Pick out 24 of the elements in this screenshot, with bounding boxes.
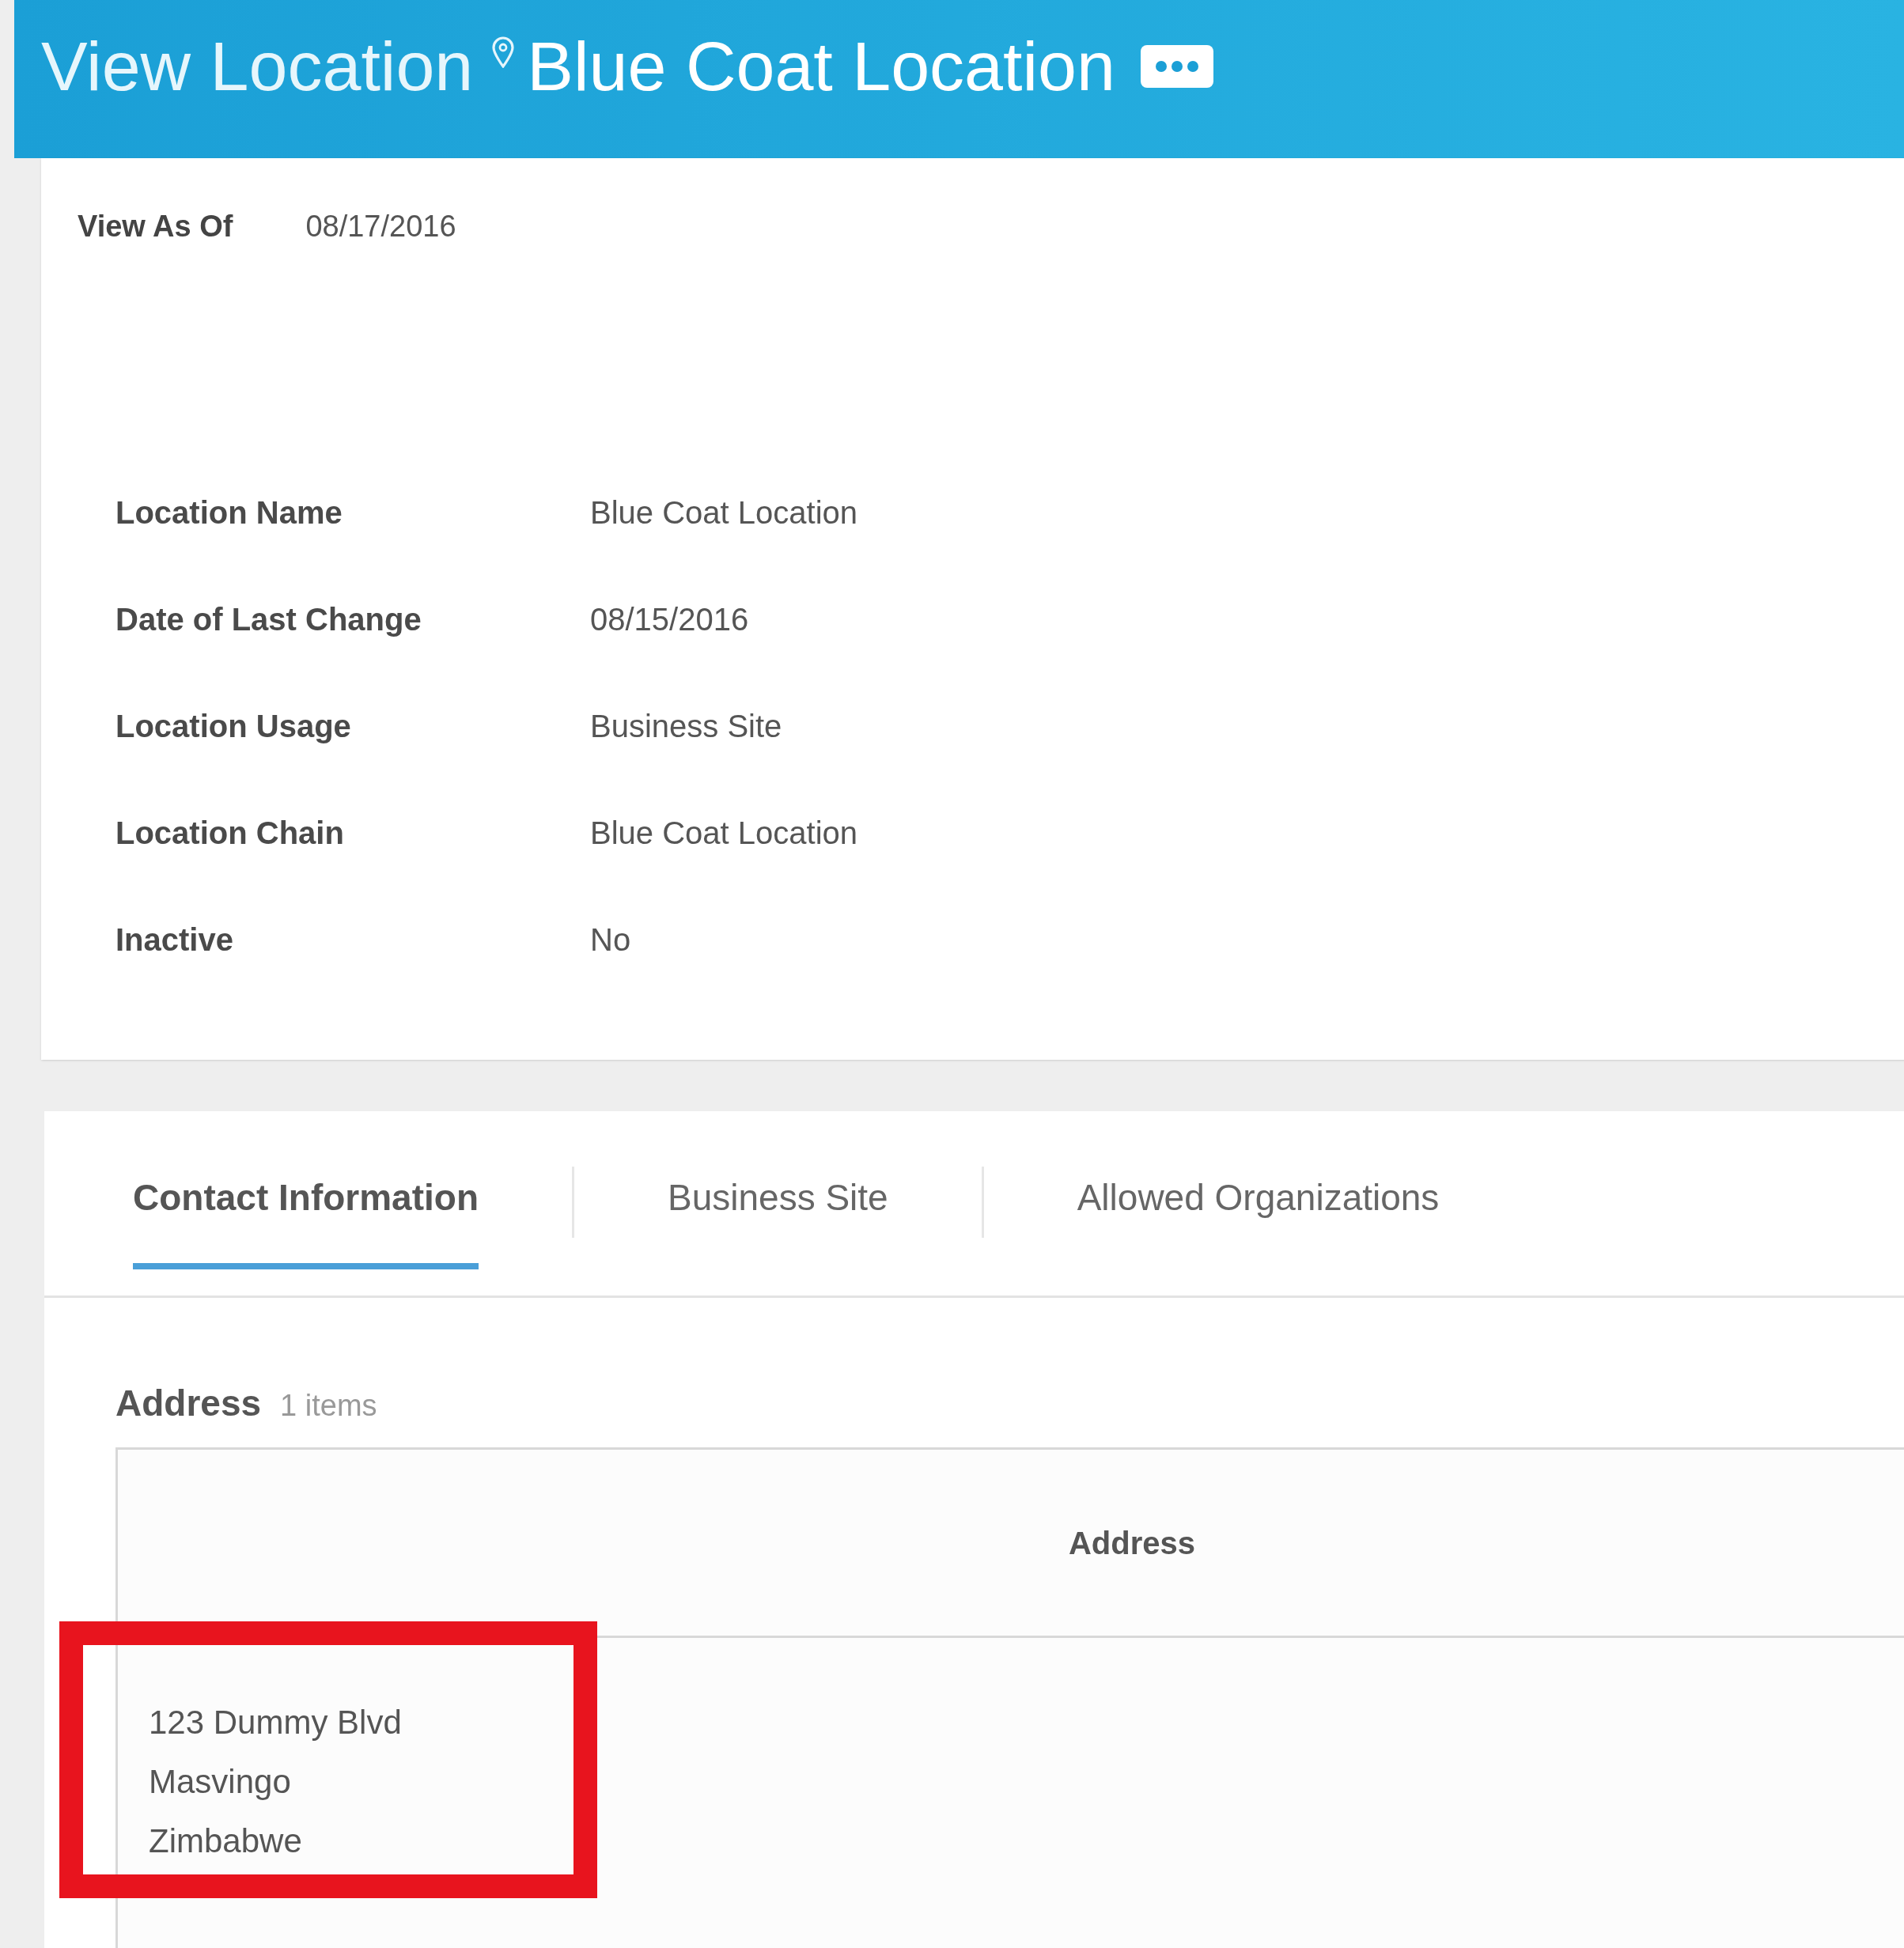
tab[interactable]: Business Site [668, 1163, 888, 1269]
field-value: Blue Coat Location [590, 494, 857, 531]
page-title: View Location [41, 26, 474, 107]
location-pin-icon [492, 36, 515, 68]
view-as-of-date: 08/17/2016 [305, 209, 456, 244]
column-header: Address [1068, 1524, 1196, 1562]
field-label: Date of Last Change [115, 600, 422, 638]
field-label: Location Chain [115, 814, 345, 852]
tab[interactable]: Contact Information [133, 1163, 479, 1269]
field-value: No [590, 921, 631, 959]
field-label: Inactive [115, 921, 234, 959]
address-line: Masvingo [149, 1762, 292, 1802]
tab[interactable]: Allowed Organizations [1077, 1163, 1440, 1269]
item-count: 1 items [280, 1388, 377, 1424]
address-line: 123 Dummy Blvd [149, 1703, 402, 1742]
section-title: Address [115, 1382, 262, 1425]
view-as-of-label: View As Of [78, 209, 233, 244]
field-value: 08/15/2016 [590, 600, 749, 638]
field-label: Location Usage [115, 707, 352, 745]
field-value: Blue Coat Location [590, 814, 857, 852]
field-value: Business Site [590, 707, 782, 745]
field-label: Location Name [115, 494, 343, 531]
address-line: Zimbabwe [149, 1821, 303, 1861]
location-title: Blue Coat Location [527, 26, 1115, 107]
